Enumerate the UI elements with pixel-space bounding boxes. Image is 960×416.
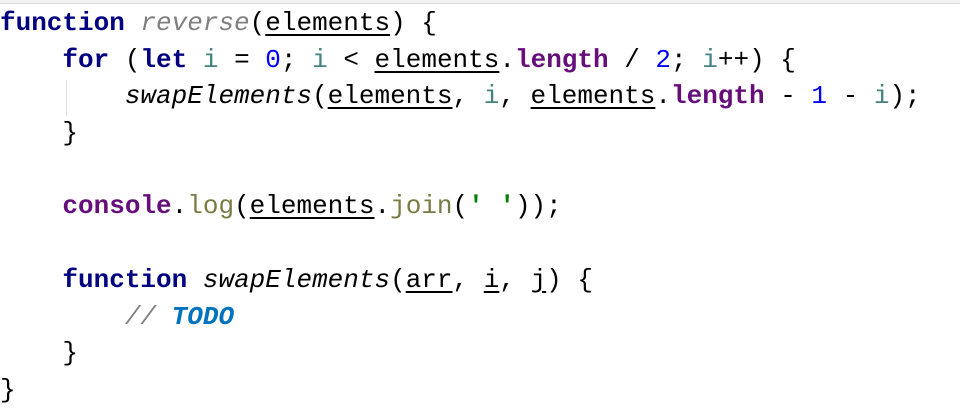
code-token-plain: ) { xyxy=(546,264,593,295)
code-token-param: elements xyxy=(327,81,453,112)
code-line[interactable]: } xyxy=(0,115,921,152)
code-token-plain: ++) { xyxy=(717,44,796,75)
code-token-param: elements xyxy=(374,44,500,75)
code-token-plain: , xyxy=(499,81,531,112)
code-token-plain: ); xyxy=(889,81,921,112)
code-token-var: i xyxy=(702,44,718,75)
code-token-plain: ( xyxy=(249,8,266,38)
code-token-num: 0 xyxy=(265,44,281,75)
code-line[interactable]: swapElements(elements, i, elements.lengt… xyxy=(0,78,921,115)
code-line[interactable]: console.log(elements.join(' ')); xyxy=(0,188,921,225)
code-line[interactable]: // TODO xyxy=(0,299,921,336)
code-token-plain: . xyxy=(374,191,391,222)
code-token-cmt: // xyxy=(124,301,172,332)
code-token-var: i xyxy=(312,44,328,75)
editor-top-border xyxy=(0,0,960,4)
code-token-fnname: reverse xyxy=(140,8,250,38)
code-token-method: log xyxy=(187,191,235,222)
code-token-plain: . xyxy=(171,191,188,222)
code-token-todo: TODO xyxy=(171,301,235,332)
code-token-method: join xyxy=(390,191,453,222)
code-token-plain: , xyxy=(499,264,531,295)
code-token-plain: } xyxy=(0,374,16,405)
code-token-param: arr xyxy=(405,264,453,295)
code-line[interactable]: } xyxy=(0,372,921,409)
code-token-plain: )); xyxy=(514,191,562,222)
code-token-param: j xyxy=(530,264,547,295)
code-token-plain: , xyxy=(452,264,484,295)
code-token-plain: ( xyxy=(452,191,469,222)
code-token-plain: } xyxy=(0,338,79,369)
code-token-fncall: swapElements xyxy=(124,81,313,112)
code-line[interactable]: for (let i = 0; i < elements.length / 2;… xyxy=(0,42,921,79)
code-token-fncall: swapElements xyxy=(202,264,391,295)
code-token-plain: ) { xyxy=(390,8,437,38)
code-token-plain: ( xyxy=(234,191,250,222)
code-token-plain: ( xyxy=(312,81,328,112)
code-editor[interactable]: function reverse(elements) { for (let i … xyxy=(0,5,921,409)
code-token-plain: ( xyxy=(109,44,141,75)
code-token-param: i xyxy=(483,264,500,295)
code-token-plain: = xyxy=(218,44,266,75)
code-token-kw: function xyxy=(0,8,125,38)
code-line[interactable]: function swapElements(arr, i, j) { xyxy=(0,262,921,299)
code-token-param: elements xyxy=(265,8,391,38)
code-token-prop: length xyxy=(514,44,609,75)
code-token-plain: . xyxy=(499,44,515,75)
code-token-plain: ; xyxy=(671,44,703,75)
code-line[interactable]: function reverse(elements) { xyxy=(0,5,921,42)
code-token-plain: - xyxy=(827,81,874,112)
code-token-plain: - xyxy=(764,81,812,112)
code-token-prop: length xyxy=(670,81,765,112)
code-token-prop: console xyxy=(62,191,172,222)
code-token-kw: function xyxy=(62,264,188,295)
code-token-plain: } xyxy=(0,118,79,149)
code-token-plain: , xyxy=(452,81,484,112)
code-token-str: ' ' xyxy=(468,191,515,222)
code-token-plain: ( xyxy=(390,264,406,295)
code-token-plain: ; xyxy=(280,44,313,75)
code-token-plain: < xyxy=(327,44,375,75)
code-token-kw: for xyxy=(62,44,110,75)
code-line[interactable] xyxy=(0,225,921,262)
code-token-kw: let xyxy=(140,44,188,75)
code-token-plain: . xyxy=(655,81,671,112)
code-token-num: 2 xyxy=(655,44,672,75)
code-token-param: elements xyxy=(530,81,656,112)
code-token-var: i xyxy=(873,81,890,112)
code-token-param: elements xyxy=(249,191,375,222)
code-token-var: i xyxy=(483,81,500,112)
code-token-plain: / xyxy=(608,44,656,75)
code-token-num: 1 xyxy=(811,81,828,112)
code-line[interactable] xyxy=(0,152,921,189)
code-line[interactable]: } xyxy=(0,335,921,372)
code-token-var: i xyxy=(202,44,219,75)
